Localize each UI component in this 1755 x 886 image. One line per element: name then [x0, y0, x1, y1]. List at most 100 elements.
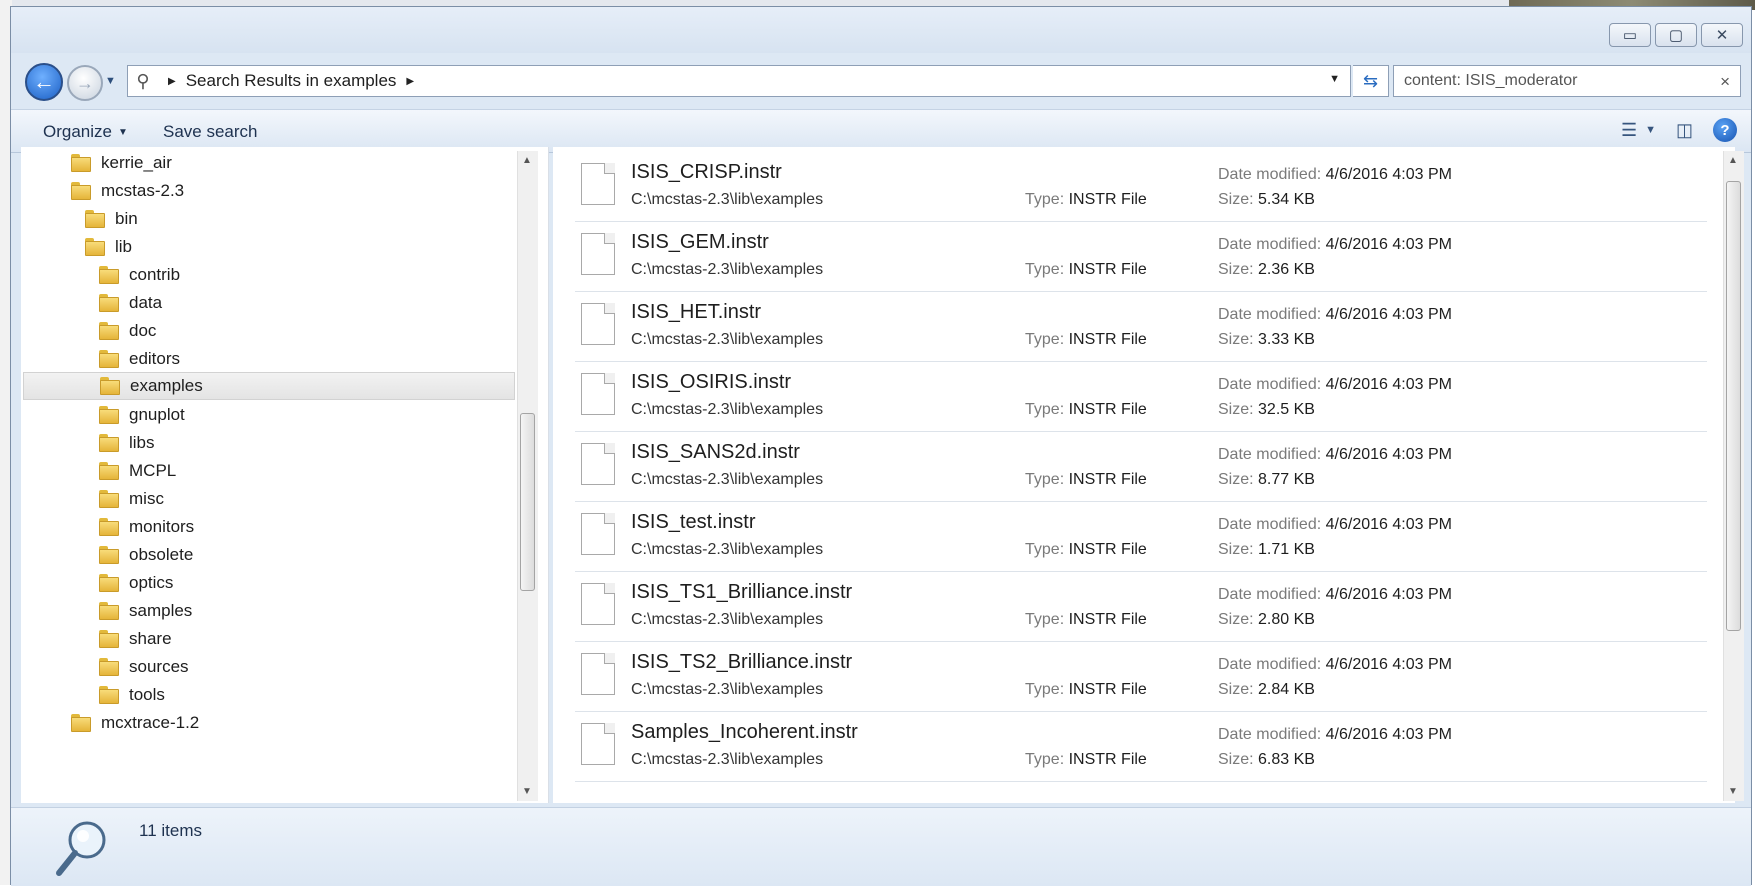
tree-item-lib[interactable]: lib	[85, 233, 132, 261]
tree-item-obsolete[interactable]: obsolete	[99, 541, 193, 569]
tree-item-label: kerrie_air	[101, 153, 172, 172]
tree-item-doc[interactable]: doc	[99, 317, 156, 345]
file-row[interactable]: ISIS_GEM.instr C:\mcstas-2.3\lib\example…	[575, 221, 1707, 292]
navigation-scrollbar[interactable]: ▲ ▼	[517, 151, 538, 801]
file-row[interactable]: ISIS_TS1_Brilliance.instr C:\mcstas-2.3\…	[575, 571, 1707, 642]
tree-item-examples[interactable]: examples	[23, 372, 515, 400]
date-value: 4/6/2016 4:03 PM	[1325, 306, 1452, 323]
size-value: 6.83 KB	[1258, 751, 1315, 768]
refresh-button[interactable]: ⇆	[1353, 65, 1389, 97]
type-label: Type:	[1025, 401, 1065, 418]
tree-item-gnuplot[interactable]: gnuplot	[99, 401, 185, 429]
save-search-button[interactable]: Save search	[163, 122, 258, 142]
breadcrumb-chevron-icon[interactable]: ▶	[168, 76, 176, 87]
folder-icon	[99, 686, 119, 704]
type-label: Type:	[1025, 471, 1065, 488]
view-options-dropdown-icon[interactable]: ▼	[1645, 124, 1656, 136]
date-value: 4/6/2016 4:03 PM	[1325, 516, 1452, 533]
address-dropdown-icon[interactable]: ▼	[1329, 73, 1340, 85]
tree-item-monitors[interactable]: monitors	[99, 513, 194, 541]
size-label: Size:	[1218, 331, 1254, 348]
recent-pages-dropdown[interactable]: ▼	[105, 75, 116, 87]
scroll-up-icon[interactable]: ▲	[1728, 155, 1738, 166]
forward-button[interactable]: →	[67, 65, 103, 101]
scroll-thumb[interactable]	[520, 413, 535, 591]
file-date: Date modified: 4/6/2016 4:03 PM	[1218, 236, 1452, 254]
file-icon	[581, 233, 615, 275]
title-bar[interactable]: ▭ ▢ ✕	[11, 7, 1751, 53]
organize-button[interactable]: Organize ▼	[43, 122, 128, 142]
date-value: 4/6/2016 4:03 PM	[1325, 166, 1452, 183]
tree-item-mcstas-2-3[interactable]: mcstas-2.3	[71, 177, 184, 205]
file-size: Size: 2.84 KB	[1218, 681, 1315, 699]
minimize-button[interactable]: ▭	[1609, 23, 1651, 47]
tree-item-editors[interactable]: editors	[99, 345, 180, 373]
file-type: Type: INSTR File	[1025, 681, 1147, 699]
scroll-down-icon[interactable]: ▼	[1728, 786, 1738, 797]
date-modified-label: Date modified:	[1218, 166, 1322, 183]
scroll-thumb[interactable]	[1726, 181, 1741, 631]
change-view-icon[interactable]: ☰	[1621, 120, 1637, 141]
help-icon[interactable]: ?	[1713, 118, 1737, 142]
tree-item-samples[interactable]: samples	[99, 597, 192, 625]
tree-item-libs[interactable]: libs	[99, 429, 155, 457]
file-icon	[581, 653, 615, 695]
file-name: ISIS_OSIRIS.instr	[631, 371, 792, 393]
date-modified-label: Date modified:	[1218, 656, 1322, 673]
tree-item-contrib[interactable]: contrib	[99, 261, 180, 289]
type-label: Type:	[1025, 261, 1065, 278]
file-row[interactable]: Samples_Incoherent.instr C:\mcstas-2.3\l…	[575, 711, 1707, 782]
size-value: 1.71 KB	[1258, 541, 1315, 558]
tree-item-misc[interactable]: misc	[99, 485, 164, 513]
scroll-up-icon[interactable]: ▲	[522, 155, 532, 166]
file-path: C:\mcstas-2.3\lib\examples	[631, 681, 824, 698]
results-scrollbar[interactable]: ▲ ▼	[1723, 151, 1744, 801]
tree-item-tools[interactable]: tools	[99, 681, 165, 709]
tree-item-share[interactable]: share	[99, 625, 172, 653]
tree-item-label: bin	[115, 209, 138, 228]
results-pane: ISIS_CRISP.instr C:\mcstas-2.3\lib\examp…	[553, 147, 1735, 803]
type-value: INSTR File	[1068, 261, 1147, 278]
tree-item-data[interactable]: data	[99, 289, 162, 317]
type-value: INSTR File	[1068, 751, 1147, 768]
clear-search-icon[interactable]: ×	[1720, 72, 1730, 92]
file-row[interactable]: ISIS_HET.instr C:\mcstas-2.3\lib\example…	[575, 291, 1707, 362]
file-row[interactable]: ISIS_SANS2d.instr C:\mcstas-2.3\lib\exam…	[575, 431, 1707, 502]
file-name: ISIS_SANS2d.instr	[631, 441, 800, 463]
close-button[interactable]: ✕	[1701, 23, 1743, 47]
file-row[interactable]: ISIS_TS2_Brilliance.instr C:\mcstas-2.3\…	[575, 641, 1707, 712]
file-path: C:\mcstas-2.3\lib\examples	[631, 751, 824, 768]
folder-icon	[100, 377, 120, 395]
file-row[interactable]: ISIS_CRISP.instr C:\mcstas-2.3\lib\examp…	[575, 151, 1707, 222]
file-icon	[581, 443, 615, 485]
breadcrumb-chevron-icon[interactable]: ▶	[406, 76, 414, 87]
breadcrumb-search-results[interactable]: Search Results in examples	[186, 71, 397, 91]
file-row[interactable]: ISIS_OSIRIS.instr C:\mcstas-2.3\lib\exam…	[575, 361, 1707, 432]
maximize-button[interactable]: ▢	[1655, 23, 1697, 47]
file-icon	[581, 723, 615, 765]
file-size: Size: 3.33 KB	[1218, 331, 1315, 349]
tree-item-kerrie-air[interactable]: kerrie_air	[71, 149, 172, 177]
file-name: ISIS_GEM.instr	[631, 231, 769, 253]
file-date: Date modified: 4/6/2016 4:03 PM	[1218, 376, 1452, 394]
tree-item-mcxtrace-1-2[interactable]: mcxtrace-1.2	[71, 709, 199, 737]
folder-icon	[99, 350, 119, 368]
tree-item-sources[interactable]: sources	[99, 653, 189, 681]
tree-item-bin[interactable]: bin	[85, 205, 138, 233]
search-input[interactable]: content: ISIS_moderator ×	[1393, 65, 1741, 97]
scroll-down-icon[interactable]: ▼	[522, 786, 532, 797]
size-value: 8.77 KB	[1258, 471, 1315, 488]
tree-item-label: examples	[130, 376, 203, 395]
date-value: 4/6/2016 4:03 PM	[1325, 726, 1452, 743]
size-label: Size:	[1218, 751, 1254, 768]
folder-icon	[99, 462, 119, 480]
preview-pane-icon[interactable]: ◫	[1676, 120, 1693, 141]
file-row[interactable]: ISIS_test.instr C:\mcstas-2.3\lib\exampl…	[575, 501, 1707, 572]
navigation-bar: ← → ▼ ⚲ ▶ Search Results in examples ▶ ▼…	[11, 53, 1751, 109]
tree-item-optics[interactable]: optics	[99, 569, 173, 597]
tree-item-mcpl[interactable]: MCPL	[99, 457, 176, 485]
back-button[interactable]: ←	[25, 63, 63, 101]
date-value: 4/6/2016 4:03 PM	[1325, 656, 1452, 673]
address-bar[interactable]: ⚲ ▶ Search Results in examples ▶ ▼	[127, 65, 1351, 97]
folder-icon	[99, 574, 119, 592]
